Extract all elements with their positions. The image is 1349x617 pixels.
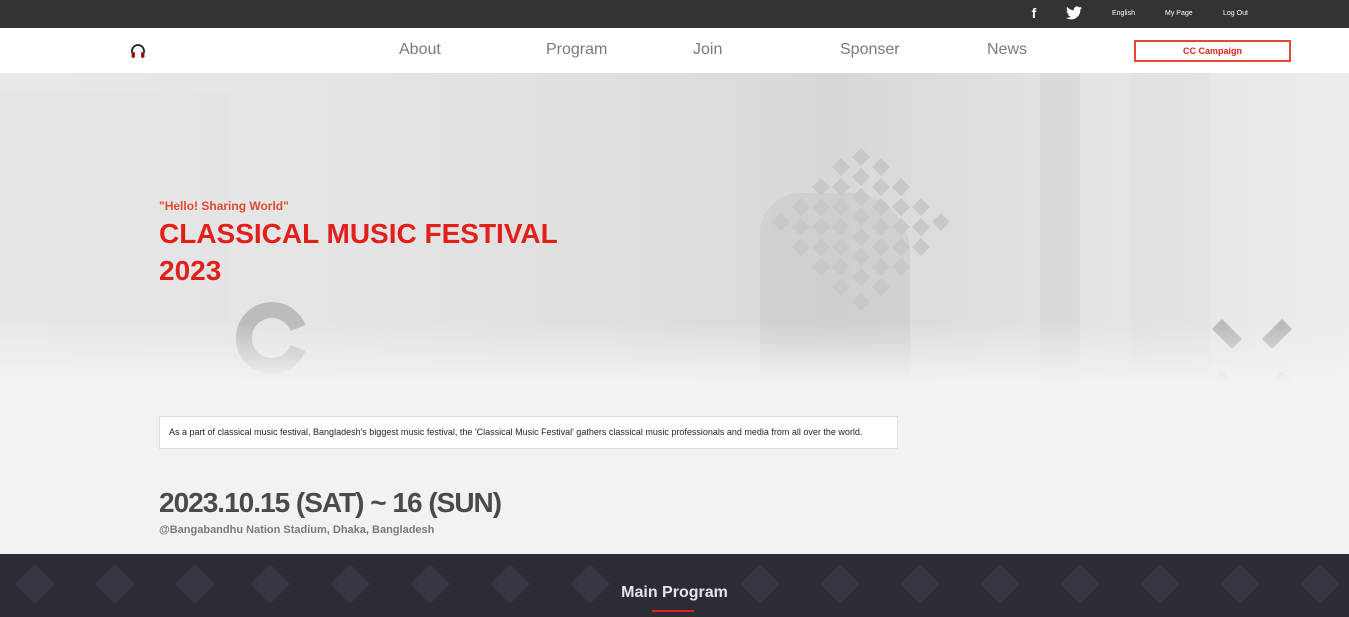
headphones-icon[interactable] bbox=[130, 43, 146, 59]
nav-item-join[interactable]: Join bbox=[693, 40, 722, 60]
hero-title-line: CLASSICAL MUSIC FESTIVAL bbox=[159, 218, 558, 249]
festival-description: As a part of classical music festival, B… bbox=[159, 416, 898, 449]
top-utility-bar: f English My Page Log Out bbox=[0, 0, 1349, 28]
language-link-english[interactable]: English bbox=[1112, 9, 1135, 18]
twitter-icon[interactable] bbox=[1066, 6, 1082, 20]
nav-item-about[interactable]: About bbox=[399, 40, 441, 60]
nav-item-news[interactable]: News bbox=[987, 40, 1027, 60]
my-page-link[interactable]: My Page bbox=[1165, 9, 1193, 18]
facebook-icon[interactable]: f bbox=[1028, 5, 1040, 21]
main-program-title: Main Program bbox=[621, 584, 728, 601]
nav-item-sponser[interactable]: Sponser bbox=[840, 40, 900, 60]
festival-date: 2023.10.15 (SAT) ~ 16 (SUN) bbox=[159, 487, 502, 518]
diamond-pattern-decoration bbox=[772, 148, 950, 311]
main-program-section: Main Program bbox=[0, 554, 1349, 617]
hero-title: CLASSICAL MUSIC FESTIVAL 2023 bbox=[159, 215, 619, 289]
log-out-link[interactable]: Log Out bbox=[1223, 9, 1248, 18]
hero-title-year: 2023 bbox=[159, 255, 222, 286]
title-underline bbox=[652, 610, 694, 612]
main-navigation: About Program Join Sponser News CC Campa… bbox=[0, 28, 1349, 73]
nav-item-program[interactable]: Program bbox=[546, 40, 607, 60]
hero-bottom-fade bbox=[0, 323, 1349, 383]
hero-tagline: "Hello! Sharing World" bbox=[159, 199, 289, 213]
festival-venue: @Bangabandhu Nation Stadium, Dhaka, Bang… bbox=[159, 524, 435, 536]
cc-campaign-button[interactable]: CC Campaign bbox=[1134, 40, 1291, 62]
